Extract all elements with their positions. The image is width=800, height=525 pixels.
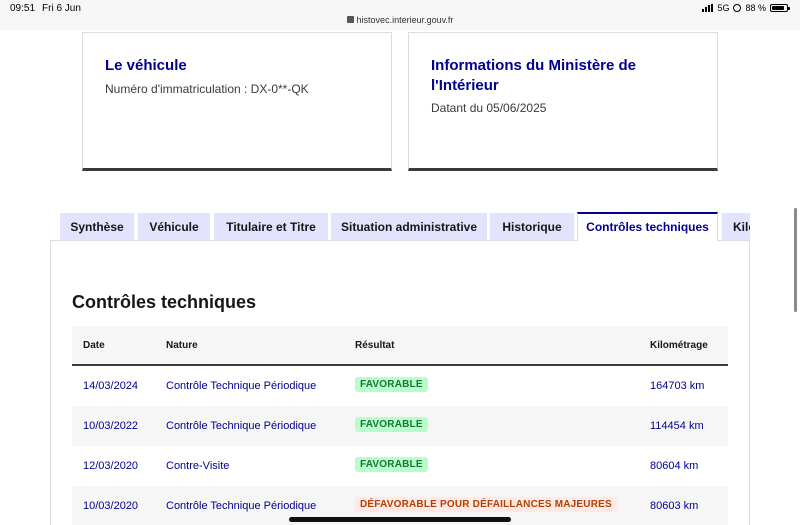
row-date: 14/03/2024 bbox=[83, 380, 139, 392]
row-date: 12/03/2020 bbox=[83, 460, 139, 472]
network-type: 5G bbox=[717, 3, 730, 13]
table-row: 12/03/2020 Contre-Visite FAVORABLE 80604… bbox=[72, 446, 728, 486]
header-km: Kilométrage bbox=[650, 340, 708, 351]
table-row: 14/03/2024 Contrôle Technique Périodique… bbox=[72, 366, 728, 406]
status-bar: 09:51 Fri 6 Jun histovec.interieur.gouv.… bbox=[0, 0, 800, 30]
scrollbar[interactable] bbox=[794, 208, 797, 312]
tab-synthese[interactable]: Synthèse bbox=[60, 213, 134, 241]
result-badge: FAVORABLE bbox=[355, 457, 428, 472]
result-badge: DÉFAVORABLE POUR DÉFAILLANCES MAJEURES bbox=[355, 497, 617, 512]
row-km: 164703 km bbox=[650, 380, 705, 392]
tab-situation[interactable]: Situation administrative bbox=[331, 213, 487, 241]
row-nature: Contre-Visite bbox=[166, 460, 230, 472]
header-date: Date bbox=[83, 340, 105, 351]
location-icon bbox=[733, 4, 742, 12]
tab-titulaire[interactable]: Titulaire et Titre bbox=[214, 213, 328, 241]
controls-table: Date Nature Résultat Kilométrage 14/03/2… bbox=[72, 326, 728, 525]
status-time: 09:51 bbox=[10, 3, 36, 14]
section-title: Contrôles techniques bbox=[72, 292, 257, 312]
ministry-card: Informations du Ministère de l'Intérieur… bbox=[408, 32, 718, 171]
row-nature: Contrôle Technique Périodique bbox=[166, 500, 317, 512]
vehicle-plate: Numéro d'immatriculation : DX-0**-QK bbox=[105, 82, 309, 96]
tab-vehicule[interactable]: Véhicule bbox=[138, 213, 210, 241]
row-date: 10/03/2020 bbox=[83, 500, 139, 512]
table-row: 10/03/2022 Contrôle Technique Périodique… bbox=[72, 406, 728, 446]
status-indicators: 5G 88 % bbox=[702, 3, 790, 13]
tab-kilometrage[interactable]: Kilométrage bbox=[722, 213, 750, 241]
address-url: histovec.interieur.gouv.fr bbox=[356, 15, 454, 25]
header-nature: Nature bbox=[166, 340, 198, 351]
row-nature: Contrôle Technique Périodique bbox=[166, 380, 317, 392]
cellular-signal-icon bbox=[702, 4, 714, 12]
row-km: 80604 km bbox=[650, 460, 699, 472]
result-badge: FAVORABLE bbox=[355, 417, 428, 432]
vehicle-card-title: Le véhicule bbox=[105, 57, 187, 74]
vehicle-card: Le véhicule Numéro d'immatriculation : D… bbox=[82, 32, 392, 171]
tab-controles-techniques[interactable]: Contrôles techniques bbox=[577, 212, 718, 241]
header-result: Résultat bbox=[355, 340, 395, 351]
row-nature: Contrôle Technique Périodique bbox=[166, 420, 317, 432]
address-bar[interactable]: histovec.interieur.gouv.fr bbox=[0, 15, 800, 25]
lock-icon bbox=[346, 16, 354, 23]
row-date: 10/03/2022 bbox=[83, 420, 139, 432]
battery-icon bbox=[770, 4, 790, 12]
status-date: Fri 6 Jun bbox=[42, 3, 81, 14]
home-indicator[interactable] bbox=[289, 517, 511, 522]
tab-bar: Synthèse Véhicule Titulaire et Titre Sit… bbox=[60, 212, 750, 241]
result-badge: FAVORABLE bbox=[355, 377, 428, 392]
tab-historique[interactable]: Historique bbox=[490, 213, 574, 241]
ministry-date: Datant du 05/06/2025 bbox=[431, 101, 547, 115]
table-header: Date Nature Résultat Kilométrage bbox=[72, 326, 728, 366]
row-km: 80603 km bbox=[650, 500, 699, 512]
ministry-card-title: Informations du Ministère de l'Intérieur bbox=[431, 57, 637, 94]
battery-percent: 88 % bbox=[745, 3, 766, 13]
row-km: 114454 km bbox=[650, 420, 704, 432]
